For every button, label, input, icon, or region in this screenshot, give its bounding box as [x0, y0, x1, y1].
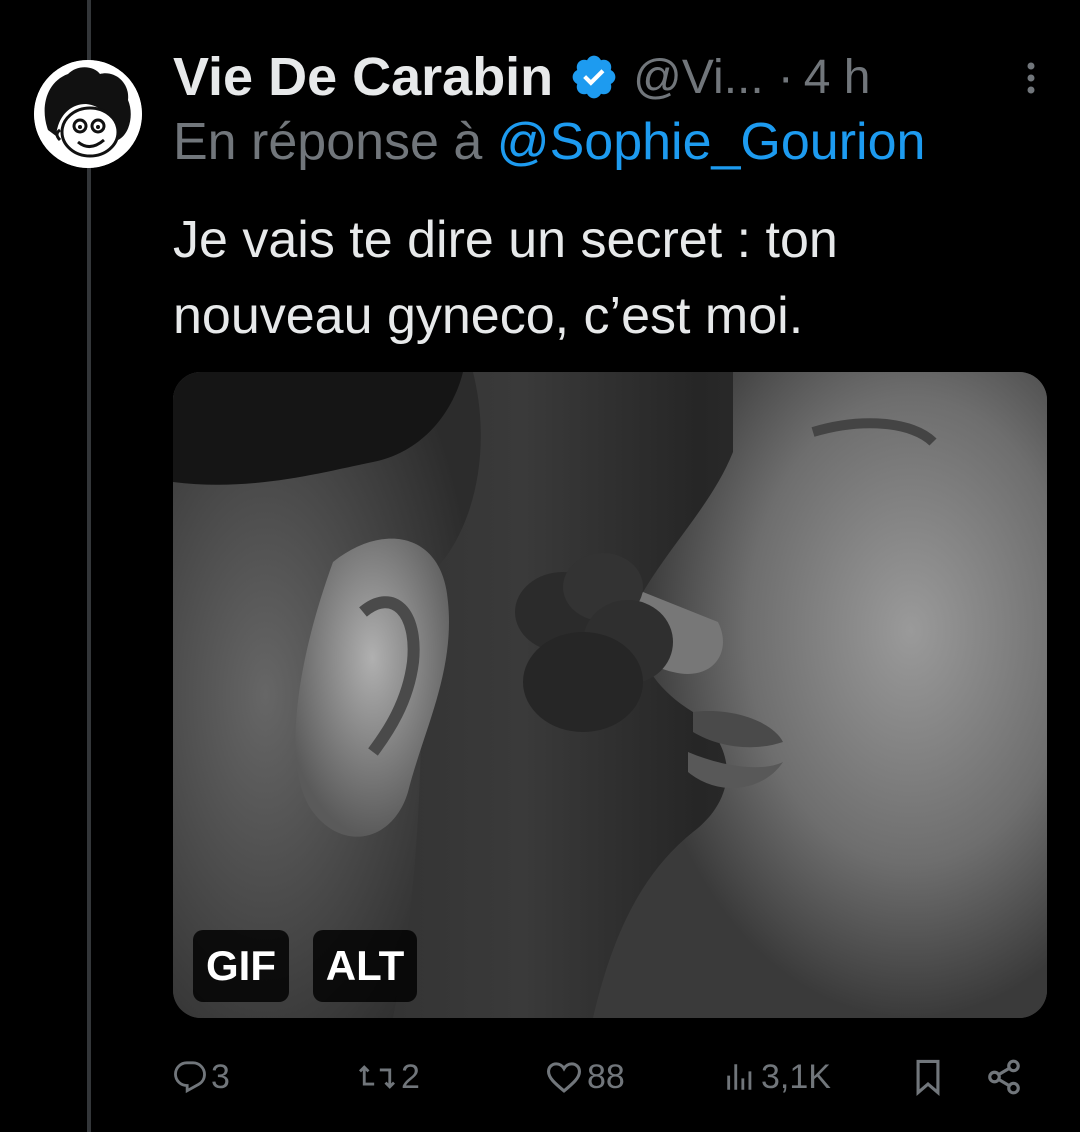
verified-badge-icon — [572, 55, 616, 99]
author-name[interactable]: Vie De Carabin — [173, 46, 553, 108]
tweet-actions: 3 2 88 3,1K — [173, 1052, 1033, 1102]
bookmark-icon — [916, 1059, 940, 1096]
reply-count: 3 — [211, 1057, 230, 1096]
tweet-text-line: nouveau gyneco, c’est moi. — [173, 287, 804, 345]
avatar[interactable] — [34, 60, 142, 168]
reply-mention-link[interactable]: @Sophie_Gourion — [497, 113, 926, 171]
like-button[interactable]: 88 — [545, 1052, 625, 1102]
reply-icon — [174, 1061, 206, 1094]
gif-badge[interactable]: GIF — [193, 930, 289, 1002]
tweet-text: Je vais te dire un secret : ton nouveau … — [173, 202, 1033, 354]
views-button[interactable]: 3,1K — [723, 1052, 831, 1102]
gif-media[interactable] — [173, 372, 1047, 1018]
retweet-icon — [358, 1065, 396, 1089]
bookmark-button[interactable] — [911, 1052, 945, 1102]
gif-image — [173, 372, 1047, 1018]
tweet-timestamp[interactable]: 4 h — [804, 50, 871, 105]
thread-line — [87, 0, 91, 1132]
views-icon — [727, 1064, 752, 1090]
retweet-button[interactable]: 2 — [357, 1052, 420, 1102]
more-options-icon[interactable] — [1026, 58, 1036, 98]
separator-dot: · — [777, 50, 794, 104]
author-handle[interactable]: @Vi... — [633, 50, 764, 105]
tweet-header: Vie De Carabin @Vi... · 4 h — [173, 42, 1040, 112]
reply-button[interactable]: 3 — [173, 1052, 230, 1102]
avatar-logo-icon — [34, 60, 142, 168]
share-button[interactable] — [985, 1052, 1023, 1102]
views-count: 3,1K — [761, 1057, 831, 1096]
reply-context: En réponse à @Sophie_Gourion — [173, 112, 925, 172]
retweet-count: 2 — [401, 1057, 420, 1096]
reply-prefix: En réponse à — [173, 113, 483, 171]
share-icon — [988, 1059, 1020, 1095]
tweet-text-line: Je vais te dire un secret : ton — [173, 211, 838, 269]
like-icon — [546, 1062, 582, 1093]
alt-badge[interactable]: ALT — [313, 930, 417, 1002]
like-count: 88 — [587, 1057, 625, 1096]
